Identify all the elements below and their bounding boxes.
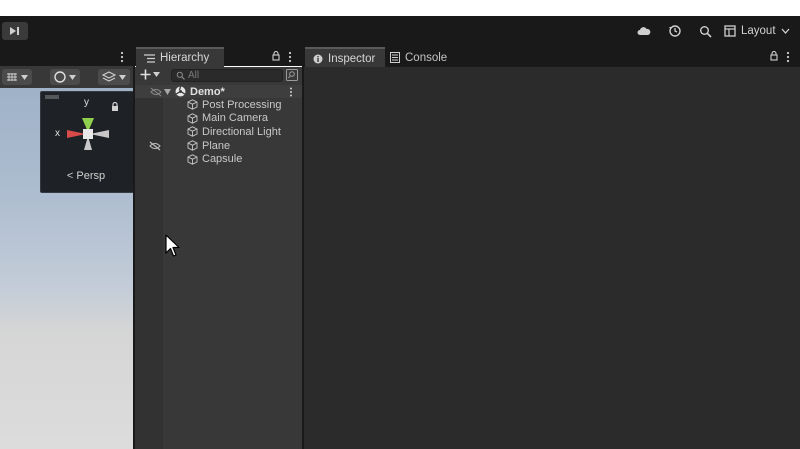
shading-mode-button[interactable] [50,69,80,85]
layout-dropdown[interactable]: Layout [724,22,790,40]
search-button[interactable] [695,22,715,40]
scene-visibility-icon[interactable] [150,87,162,97]
cloud-icon [637,27,651,35]
tab-hierarchy[interactable]: Hierarchy [136,47,224,67]
scene-name: Demo* [190,85,225,98]
filter-search-icon [286,69,298,81]
item-label: Directional Light [202,125,281,138]
item-label: Post Processing [202,98,282,111]
item-label: Plane [202,139,231,152]
layout-label: Layout [741,25,776,37]
chevron-down-icon [153,72,160,77]
kebab-menu-icon [290,87,292,97]
history-button[interactable] [665,22,685,40]
create-button[interactable] [140,69,160,80]
unity-scene-icon [175,86,186,97]
inspector-lock-button[interactable] [770,50,778,64]
kebab-menu-icon [288,51,292,63]
mouse-cursor-icon [165,234,180,257]
gameobject-cube-icon [187,140,198,151]
item-label: Main Camera [202,112,269,125]
chevron-down-icon [69,74,76,80]
chevron-down-icon [21,74,28,80]
search-placeholder: All [188,70,200,81]
search-icon [176,71,185,80]
step-button[interactable] [2,22,28,40]
list-icon [144,53,155,63]
sphere-icon [54,71,66,83]
lock-icon [770,50,778,61]
list-item[interactable]: Capsule [187,152,302,166]
top-strip [0,0,800,16]
search-by-type-button[interactable] [286,69,298,84]
list-item[interactable]: Post Processing [187,98,302,112]
step-icon [10,27,19,35]
console-icon [390,52,400,63]
chevron-down-icon [119,74,126,80]
inspector-more-menu[interactable] [785,50,791,67]
hierarchy-search-field[interactable]: All [171,69,283,82]
search-icon [699,25,712,38]
hidden-visibility-icon[interactable] [149,141,161,151]
grid-toggle-button[interactable] [2,69,32,85]
projection-label: Persp [76,170,106,182]
tab-inspector[interactable]: Inspector [305,47,385,68]
hierarchy-more-menu[interactable] [287,50,293,67]
hierarchy-children: Post Processing Main Camera Directional … [187,98,302,166]
expand-arrow-icon[interactable] [164,88,171,95]
lock-icon [272,50,280,61]
kebab-menu-icon [120,51,124,63]
gizmo-x-label: x [55,128,60,139]
layers-icon [102,71,116,82]
list-item[interactable]: Main Camera [187,112,302,126]
gizmo-y-label: y [84,97,89,108]
tab-console[interactable]: Console [390,47,447,68]
list-item[interactable]: Plane [187,139,302,153]
console-tab-label: Console [405,51,448,64]
gameobject-cube-icon [187,126,198,138]
history-icon [669,25,681,37]
list-item[interactable]: Directional Light [187,125,302,139]
hierarchy-tab-label: Hierarchy [160,52,210,64]
info-icon [313,54,323,63]
grid-icon [7,73,17,81]
gameobject-cube-icon [187,113,198,124]
scene-more-menu[interactable] [118,50,126,64]
hierarchy-gutter [135,85,163,449]
scene-root-item[interactable]: Demo* [164,85,302,99]
kebab-menu-icon [786,51,790,63]
gameobject-cube-icon [187,153,198,165]
scene-visibility-button[interactable] [98,69,130,85]
gameobject-cube-icon [187,99,198,110]
cloud-button[interactable] [634,22,654,40]
projection-toggle[interactable]: < Persp [40,170,132,182]
plus-icon [140,69,151,80]
scene-tab-bar [0,46,133,66]
chevron-down-icon [781,28,790,34]
layout-icon [724,25,736,37]
item-label: Capsule [202,153,243,166]
hierarchy-lock-button[interactable] [272,50,280,64]
persp-arrow-icon: < [66,170,74,182]
inspector-tab-label: Inspector [328,52,376,65]
inspector-body [304,67,800,449]
